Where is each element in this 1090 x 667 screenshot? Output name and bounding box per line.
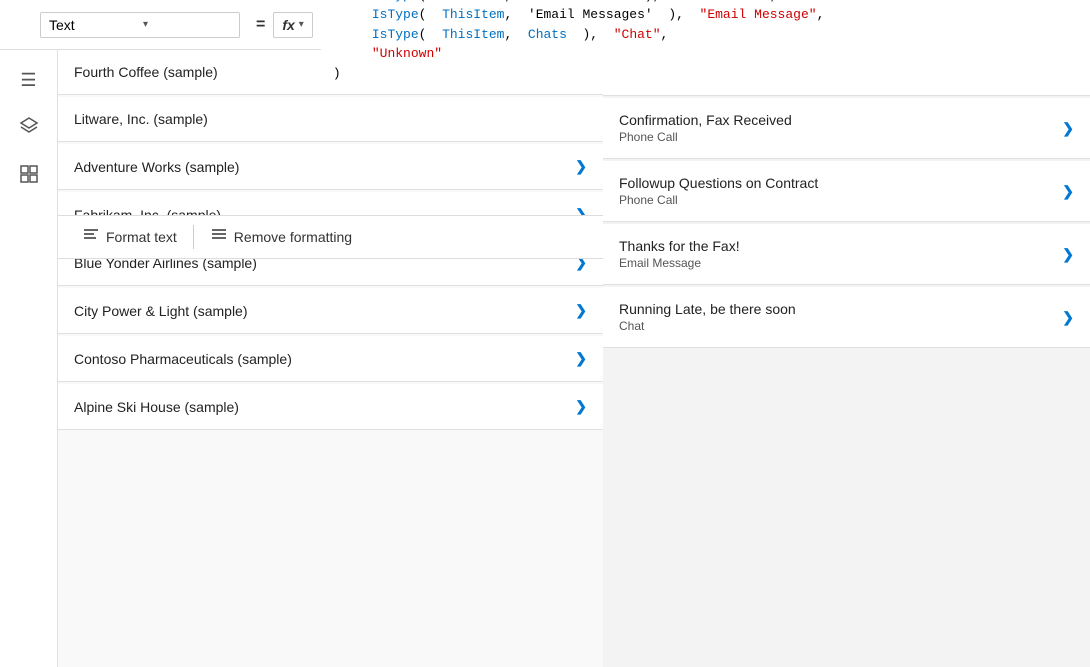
- list-item-text: Adventure Works (sample): [74, 159, 575, 175]
- list-item-text: Litware, Inc. (sample): [74, 111, 587, 127]
- fx-symbol: fx: [282, 17, 294, 33]
- right-item-content: Thanks for the Fax! Email Message: [619, 238, 1062, 270]
- remove-formatting-icon: [210, 226, 228, 249]
- chevron-right-icon: ❯: [575, 302, 587, 319]
- main-content: ☰: [0, 50, 1090, 667]
- chevron-right-icon: ❯: [1062, 309, 1074, 326]
- code-line-5: "Unknown": [333, 44, 1078, 64]
- format-text-label: Format text: [106, 229, 177, 245]
- right-item-content: Running Late, be there soon Chat: [619, 301, 1062, 333]
- right-item-subtitle: Chat: [619, 319, 1062, 333]
- dropdown-value: Text: [49, 17, 137, 33]
- code-line-4: IsType( ThisItem, Chats ), "Chat",: [333, 25, 1078, 45]
- list-item[interactable]: Contoso Pharmaceuticals (sample) ❯: [58, 336, 603, 382]
- right-item-content: Followup Questions on Contract Phone Cal…: [619, 175, 1062, 207]
- right-item-title: Confirmation, Fax Received: [619, 112, 1062, 128]
- right-item-content: Confirmation, Fax Received Phone Call: [619, 112, 1062, 144]
- list-item[interactable]: Alpine Ski House (sample) ❯: [58, 384, 603, 430]
- text-type-dropdown[interactable]: Text ▾: [40, 12, 240, 38]
- chevron-right-icon: ❯: [575, 350, 587, 367]
- chevron-right-icon: ❯: [575, 398, 587, 415]
- format-text-icon: [82, 226, 100, 249]
- fx-chevron-icon: ▾: [299, 19, 304, 30]
- right-list-item[interactable]: Confirmation, Fax Received Phone Call ❯: [603, 98, 1090, 159]
- list-item-text: Alpine Ski House (sample): [74, 399, 575, 415]
- sidebar-layers-icon[interactable]: [9, 108, 49, 148]
- equals-sign: =: [256, 16, 265, 34]
- format-text-button[interactable]: Format text: [70, 220, 189, 255]
- right-item-subtitle: Phone Call: [619, 193, 1062, 207]
- list-item-text: Contoso Pharmaceuticals (sample): [74, 351, 575, 367]
- right-item-title: Running Late, be there soon: [619, 301, 1062, 317]
- format-toolbar: Format text Remove formatting: [58, 215, 603, 259]
- right-item-title: Thanks for the Fax!: [619, 238, 1062, 254]
- chevron-right-icon: ❯: [1062, 120, 1074, 137]
- remove-formatting-label: Remove formatting: [234, 229, 352, 245]
- list-item[interactable]: Litware, Inc. (sample): [58, 97, 603, 142]
- list-item[interactable]: City Power & Light (sample) ❯: [58, 288, 603, 334]
- sidebar: ☰: [0, 50, 58, 667]
- right-list-item[interactable]: Running Late, be there soon Chat ❯: [603, 287, 1090, 348]
- formula-code-area[interactable]: If( IsType( ThisItem, Faxes ), "Fax", Is…: [321, 0, 1090, 89]
- layers-icon: [19, 116, 39, 141]
- right-list-item[interactable]: Thanks for the Fax! Email Message ❯: [603, 224, 1090, 285]
- chevron-right-icon: ❯: [575, 158, 587, 175]
- remove-formatting-button[interactable]: Remove formatting: [198, 220, 364, 255]
- sidebar-grid-icon[interactable]: [9, 156, 49, 196]
- right-item-subtitle: Phone Call: [619, 130, 1062, 144]
- menu-icon: ☰: [20, 70, 36, 91]
- toolbar-divider: [193, 225, 194, 249]
- chevron-right-icon: ❯: [1062, 246, 1074, 263]
- code-line-3: IsType( ThisItem, 'Email Messages' ), "E…: [333, 5, 1078, 25]
- code-line-6: ): [333, 64, 1078, 84]
- list-item-text: City Power & Light (sample): [74, 303, 575, 319]
- list-item[interactable]: Adventure Works (sample) ❯: [58, 144, 603, 190]
- chevron-down-icon: ▾: [143, 19, 231, 30]
- right-item-title: Followup Questions on Contract: [619, 175, 1062, 191]
- left-panel: Format text Remove formatting Fourth Cof…: [58, 50, 603, 667]
- formula-bar: Text ▾ = fx ▾ If( IsType( ThisItem, Faxe…: [0, 0, 1090, 50]
- fx-button[interactable]: fx ▾: [273, 12, 312, 38]
- grid-icon: [19, 164, 39, 189]
- sidebar-menu-icon[interactable]: ☰: [9, 60, 49, 100]
- chevron-right-icon: ❯: [1062, 183, 1074, 200]
- right-item-subtitle: Email Message: [619, 256, 1062, 270]
- right-list-item[interactable]: Followup Questions on Contract Phone Cal…: [603, 161, 1090, 222]
- right-panel: Fax ❯ Confirmation, Fax Received Phone C…: [603, 50, 1090, 667]
